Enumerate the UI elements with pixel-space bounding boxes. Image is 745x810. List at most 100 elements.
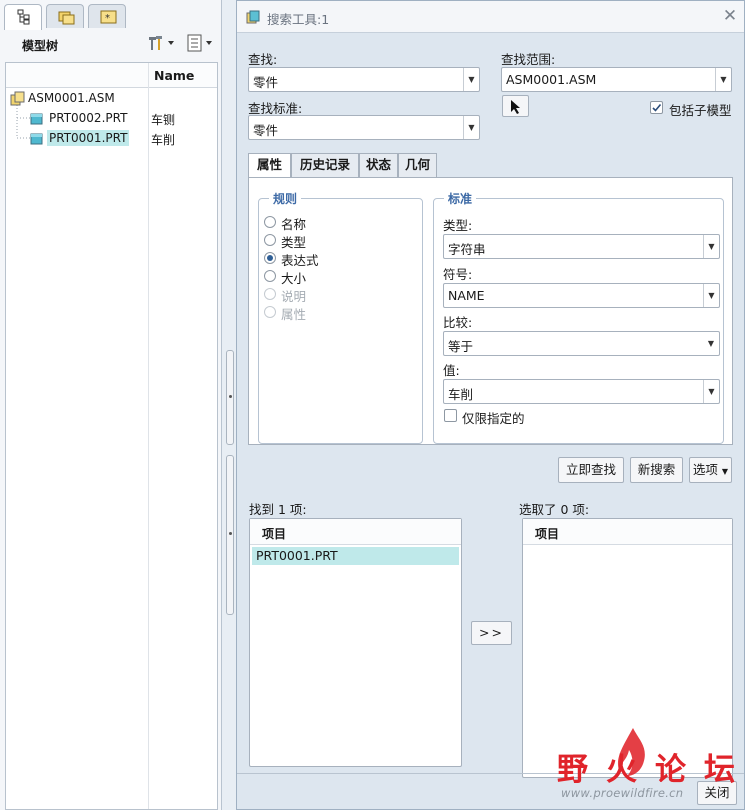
tree-label-selected: PRT0001.PRT: [47, 130, 130, 146]
cursor-arrow-icon: [510, 100, 520, 114]
column-header-name[interactable]: Name: [154, 68, 194, 83]
symbol-select[interactable]: NAME ▼: [443, 283, 720, 308]
find-label: 查找:: [248, 52, 278, 67]
options-button[interactable]: 选项 ▼: [689, 457, 732, 483]
rule-description-label: 说明: [281, 289, 307, 304]
tab-status[interactable]: 状态: [359, 153, 398, 177]
tree-label: PRT0002.PRT: [49, 111, 128, 125]
criteria-select[interactable]: 零件 ▼: [248, 115, 480, 140]
rule-attribute-radio: [264, 306, 276, 318]
watermark-url: www.proewildfire.cn: [561, 786, 684, 800]
dropdown-arrow-icon: ▼: [703, 284, 719, 307]
value-value: 车削: [448, 387, 474, 402]
find-now-button[interactable]: 立即查找: [558, 457, 624, 483]
rule-size-label: 大小: [281, 271, 307, 286]
dialog-app-icon: [246, 10, 260, 24]
favorites-folder-icon: *: [100, 10, 117, 24]
column-separator: [148, 63, 149, 809]
dialog-titlebar[interactable]: 搜索工具:1 ✕: [237, 1, 744, 33]
find-select[interactable]: 零件 ▼: [248, 67, 480, 92]
rule-expression-radio[interactable]: [264, 252, 276, 264]
include-submodels-checkbox[interactable]: [650, 101, 663, 114]
criteria-group: 标准 类型: 字符串 ▼ 符号: NAME ▼ 比较: 等于 ▼ 值: 车削 ▼…: [433, 190, 724, 444]
checkmark-icon: [652, 103, 662, 112]
dropdown-arrow-icon: ▼: [703, 235, 719, 258]
tree-row-prt0002[interactable]: PRT0002.PRT 车铡: [6, 109, 217, 129]
dropdown-arrow-icon: ▼: [707, 339, 715, 348]
type-value: 字符串: [448, 242, 486, 257]
rule-name-label: 名称: [281, 217, 307, 232]
dropdown-arrow-icon: ▼: [463, 116, 479, 139]
found-list[interactable]: 项目 PRT0001.PRT: [249, 518, 462, 767]
tab-favorites[interactable]: *: [88, 4, 126, 28]
watermark: 野火论坛 www.proewildfire.cn: [555, 726, 735, 806]
selected-count-label: 选取了 0 项:: [519, 502, 590, 517]
close-icon[interactable]: ✕: [721, 6, 739, 26]
tab-folder-browser[interactable]: [46, 4, 84, 28]
model-tree: Name ASM0001.ASM PRT0002.PRT 车铡 PRT0001.…: [5, 62, 218, 810]
tree-title: 模型树: [22, 39, 59, 53]
list-icon: [187, 34, 212, 52]
dropdown-arrow-icon: ▼: [703, 380, 719, 403]
include-submodels-label: 包括子模型: [669, 103, 732, 118]
tools-icon: [149, 36, 174, 50]
tab-history[interactable]: 历史记录: [291, 153, 359, 177]
criteria-value: 零件: [253, 123, 279, 138]
options-label: 选项: [692, 462, 718, 477]
scope-label: 查找范围:: [501, 52, 556, 67]
type-label: 类型:: [443, 218, 473, 233]
only-specified-checkbox[interactable]: [444, 409, 457, 422]
tree-name-value: 车削: [151, 133, 176, 147]
scope-select[interactable]: ASM0001.ASM ▼: [501, 67, 732, 92]
new-search-button[interactable]: 新搜索: [630, 457, 683, 483]
found-item[interactable]: PRT0001.PRT: [252, 547, 459, 565]
find-value: 零件: [253, 75, 279, 90]
rule-size-radio[interactable]: [264, 270, 276, 282]
compare-value: 等于: [448, 339, 474, 354]
part-icon: [30, 133, 43, 145]
selected-list-header[interactable]: 项目: [523, 519, 732, 545]
panel-splitter-lower[interactable]: [226, 455, 234, 615]
tab-attributes[interactable]: 属性: [248, 153, 291, 178]
tab-content: 规则 名称 类型 表达式 大小 说明 属性 标准 类型: 字符串 ▼ 符号: N…: [248, 177, 733, 445]
type-select[interactable]: 字符串 ▼: [443, 234, 720, 259]
tree-settings-button[interactable]: [146, 33, 178, 53]
dialog-title: 搜索工具:1: [267, 12, 330, 27]
found-count-label: 找到 1 项:: [249, 502, 307, 517]
criteria-title: 标准: [444, 190, 477, 207]
tree-row-asm[interactable]: ASM0001.ASM: [6, 89, 217, 109]
folder-browser-icon: [58, 11, 75, 25]
rules-title: 规则: [269, 190, 302, 207]
tree-row-prt0001[interactable]: PRT0001.PRT 车削: [6, 129, 217, 149]
compare-select[interactable]: 等于 ▼: [443, 331, 720, 356]
found-list-header[interactable]: 项目: [250, 519, 461, 545]
watermark-text: 野火论坛: [557, 752, 745, 788]
add-to-selection-button[interactable]: >>: [471, 621, 512, 645]
select-scope-button[interactable]: [502, 95, 529, 117]
svg-text:*: *: [105, 13, 110, 24]
rule-expression-label: 表达式: [281, 253, 319, 268]
model-tree-panel: * 模型树 Name ASM0001.ASM PRT0002.PRT 车铡 PR…: [0, 0, 222, 810]
compare-label: 比较:: [443, 315, 473, 330]
part-icon: [30, 113, 43, 125]
symbol-label: 符号:: [443, 267, 473, 282]
rule-description-radio: [264, 288, 276, 300]
tree-name-value: 车铡: [151, 113, 176, 127]
only-specified-label: 仅限指定的: [462, 411, 525, 426]
value-label: 值:: [443, 363, 460, 378]
symbol-value: NAME: [448, 288, 485, 303]
scope-value: ASM0001.ASM: [506, 72, 597, 87]
value-input[interactable]: 车削 ▼: [443, 379, 720, 404]
rules-group: 规则 名称 类型 表达式 大小 说明 属性: [258, 190, 423, 444]
rule-type-radio[interactable]: [264, 234, 276, 246]
tree-show-button[interactable]: [186, 33, 218, 53]
tab-geometry[interactable]: 几何: [398, 153, 437, 177]
model-tree-icon: [17, 9, 30, 25]
rule-name-radio[interactable]: [264, 216, 276, 228]
assembly-icon: [10, 91, 25, 106]
tab-model-tree[interactable]: [4, 4, 42, 30]
rule-attribute-label: 属性: [281, 307, 307, 322]
panel-splitter[interactable]: [226, 350, 234, 445]
rule-type-label: 类型: [281, 235, 307, 250]
dropdown-arrow-icon: ▼: [721, 467, 729, 476]
